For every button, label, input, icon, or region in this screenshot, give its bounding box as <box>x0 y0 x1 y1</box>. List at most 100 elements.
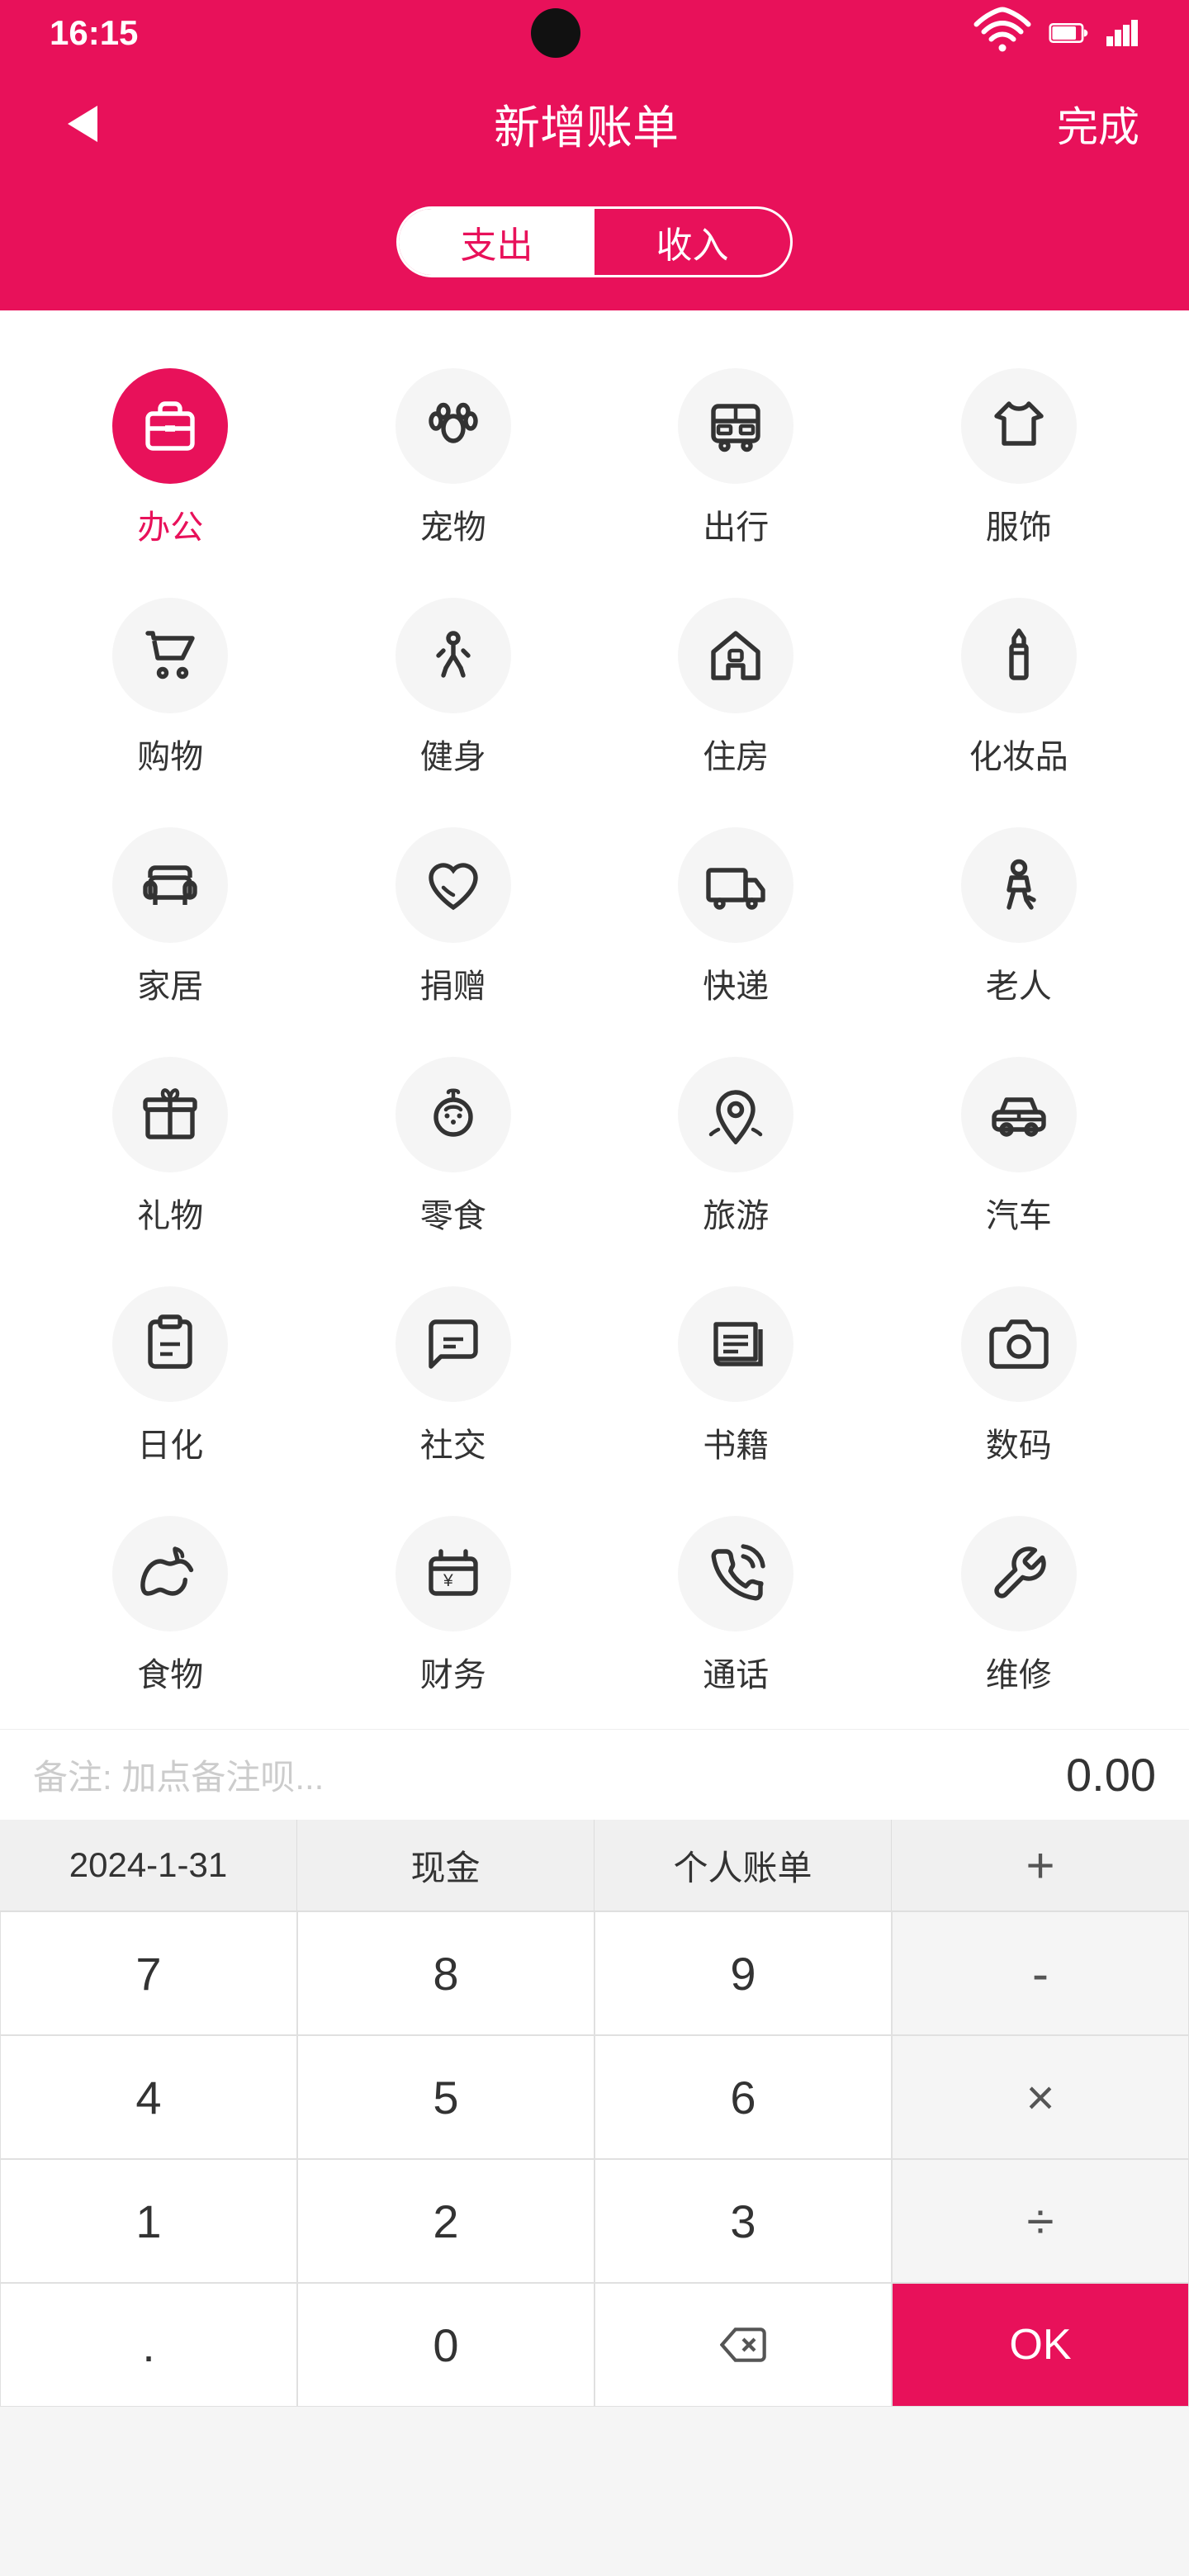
category-books[interactable]: 书籍 <box>599 1270 874 1483</box>
category-label-donation: 捐赠 <box>420 959 486 1007</box>
category-shopping[interactable]: 购物 <box>33 581 308 794</box>
category-elderly[interactable]: 老人 <box>882 811 1157 1024</box>
category-icon-travel <box>678 368 793 484</box>
category-clothing[interactable]: 服饰 <box>882 352 1157 565</box>
category-office[interactable]: 办公 <box>33 352 308 565</box>
social-icon <box>424 1314 483 1374</box>
category-label-gift: 礼物 <box>137 1189 203 1237</box>
date-cell[interactable]: 2024-1-31 <box>0 1820 297 1911</box>
category-label-cosmetics: 化妆品 <box>969 730 1068 778</box>
category-icon-express <box>678 827 793 943</box>
key-3[interactable]: 3 <box>594 2159 892 2283</box>
header: 新增账单 完成 <box>0 66 1189 182</box>
category-food[interactable]: 食物 <box>33 1499 308 1712</box>
key-backspace[interactable] <box>594 2283 892 2407</box>
category-icon-furniture <box>112 827 228 943</box>
category-repair[interactable]: 维修 <box>882 1499 1157 1712</box>
key-4[interactable]: 4 <box>0 2035 297 2159</box>
fitness-icon <box>424 626 483 685</box>
category-label-books: 书籍 <box>703 1418 769 1466</box>
backspace-icon <box>720 2322 766 2368</box>
category-label-travel: 出行 <box>703 500 769 548</box>
category-label-daily: 日化 <box>137 1418 203 1466</box>
category-cosmetics[interactable]: 化妆品 <box>882 581 1157 794</box>
category-icon-finance: ¥ <box>396 1516 511 1631</box>
back-button[interactable] <box>50 91 116 157</box>
camera-icon <box>989 1314 1049 1374</box>
category-furniture[interactable]: 家居 <box>33 811 308 1024</box>
note-area[interactable]: 备注: 加点备注呗... 0.00 <box>0 1729 1189 1820</box>
category-gift[interactable]: 礼物 <box>33 1040 308 1253</box>
category-icon-cosmetics <box>961 598 1077 713</box>
key-ok[interactable]: OK <box>892 2283 1189 2407</box>
camera-notch <box>531 8 580 58</box>
category-finance[interactable]: ¥ 财务 <box>316 1499 591 1712</box>
category-label-finance: 财务 <box>420 1648 486 1696</box>
truck-icon <box>706 855 765 915</box>
key-divide[interactable]: ÷ <box>892 2159 1189 2283</box>
category-label-social: 社交 <box>420 1418 486 1466</box>
category-icon-books <box>678 1286 793 1402</box>
category-label-tourism: 旅游 <box>703 1189 769 1237</box>
key-9[interactable]: 9 <box>594 1911 892 2035</box>
category-icon-donation <box>396 827 511 943</box>
category-label-food: 食物 <box>137 1648 203 1696</box>
tab-income[interactable]: 收入 <box>594 209 790 275</box>
category-snack[interactable]: 零食 <box>316 1040 591 1253</box>
phone-icon <box>706 1544 765 1603</box>
category-travel[interactable]: 出行 <box>599 352 874 565</box>
category-donation[interactable]: 捐赠 <box>316 811 591 1024</box>
key-6[interactable]: 6 <box>594 2035 892 2159</box>
key-2[interactable]: 2 <box>297 2159 594 2283</box>
back-arrow-icon <box>68 106 97 142</box>
book-icon <box>706 1314 765 1374</box>
category-fitness[interactable]: 健身 <box>316 581 591 794</box>
done-button[interactable]: 完成 <box>1057 94 1139 154</box>
category-phone[interactable]: 通话 <box>599 1499 874 1712</box>
key-5[interactable]: 5 <box>297 2035 594 2159</box>
cart-icon <box>140 626 200 685</box>
keypad-area: 2024-1-31 现金 个人账单 + 7 8 9 - 4 5 6 × 1 2 … <box>0 1820 1189 2407</box>
category-icon-repair <box>961 1516 1077 1631</box>
category-digital[interactable]: 数码 <box>882 1270 1157 1483</box>
gift-icon <box>140 1085 200 1144</box>
tab-expense[interactable]: 支出 <box>399 209 594 275</box>
key-8[interactable]: 8 <box>297 1911 594 2035</box>
category-icon-office <box>112 368 228 484</box>
key-1[interactable]: 1 <box>0 2159 297 2283</box>
shirt-icon <box>989 396 1049 456</box>
category-icon-tourism <box>678 1057 793 1172</box>
car-icon <box>989 1085 1049 1144</box>
account-cell[interactable]: 个人账单 <box>594 1820 892 1911</box>
signal-icon <box>1106 20 1139 46</box>
key-multiply[interactable]: × <box>892 2035 1189 2159</box>
lipstick-icon <box>989 626 1049 685</box>
category-express[interactable]: 快递 <box>599 811 874 1024</box>
category-pet[interactable]: 宠物 <box>316 352 591 565</box>
category-daily[interactable]: 日化 <box>33 1270 308 1483</box>
category-label-elderly: 老人 <box>986 959 1052 1007</box>
category-social[interactable]: 社交 <box>316 1270 591 1483</box>
category-label-furniture: 家居 <box>137 959 203 1007</box>
category-label-office: 办公 <box>137 500 203 548</box>
payment-method-cell[interactable]: 现金 <box>297 1820 594 1911</box>
key-minus[interactable]: - <box>892 1911 1189 2035</box>
category-icon-phone <box>678 1516 793 1631</box>
category-car[interactable]: 汽车 <box>882 1040 1157 1253</box>
category-icon-shopping <box>112 598 228 713</box>
category-label-clothing: 服饰 <box>986 500 1052 548</box>
bus-icon <box>706 396 765 456</box>
status-time: 16:15 <box>50 13 138 53</box>
category-housing[interactable]: 住房 <box>599 581 874 794</box>
finance-icon: ¥ <box>424 1544 483 1603</box>
add-cell[interactable]: + <box>892 1820 1189 1911</box>
category-icon-fitness <box>396 598 511 713</box>
category-label-repair: 维修 <box>986 1648 1052 1696</box>
key-7[interactable]: 7 <box>0 1911 297 2035</box>
category-tourism[interactable]: 旅游 <box>599 1040 874 1253</box>
battery-icon <box>1049 21 1090 45</box>
status-bar: 16:15 <box>0 0 1189 66</box>
key-0[interactable]: 0 <box>297 2283 594 2407</box>
category-label-housing: 住房 <box>703 730 769 778</box>
key-dot[interactable]: . <box>0 2283 297 2407</box>
